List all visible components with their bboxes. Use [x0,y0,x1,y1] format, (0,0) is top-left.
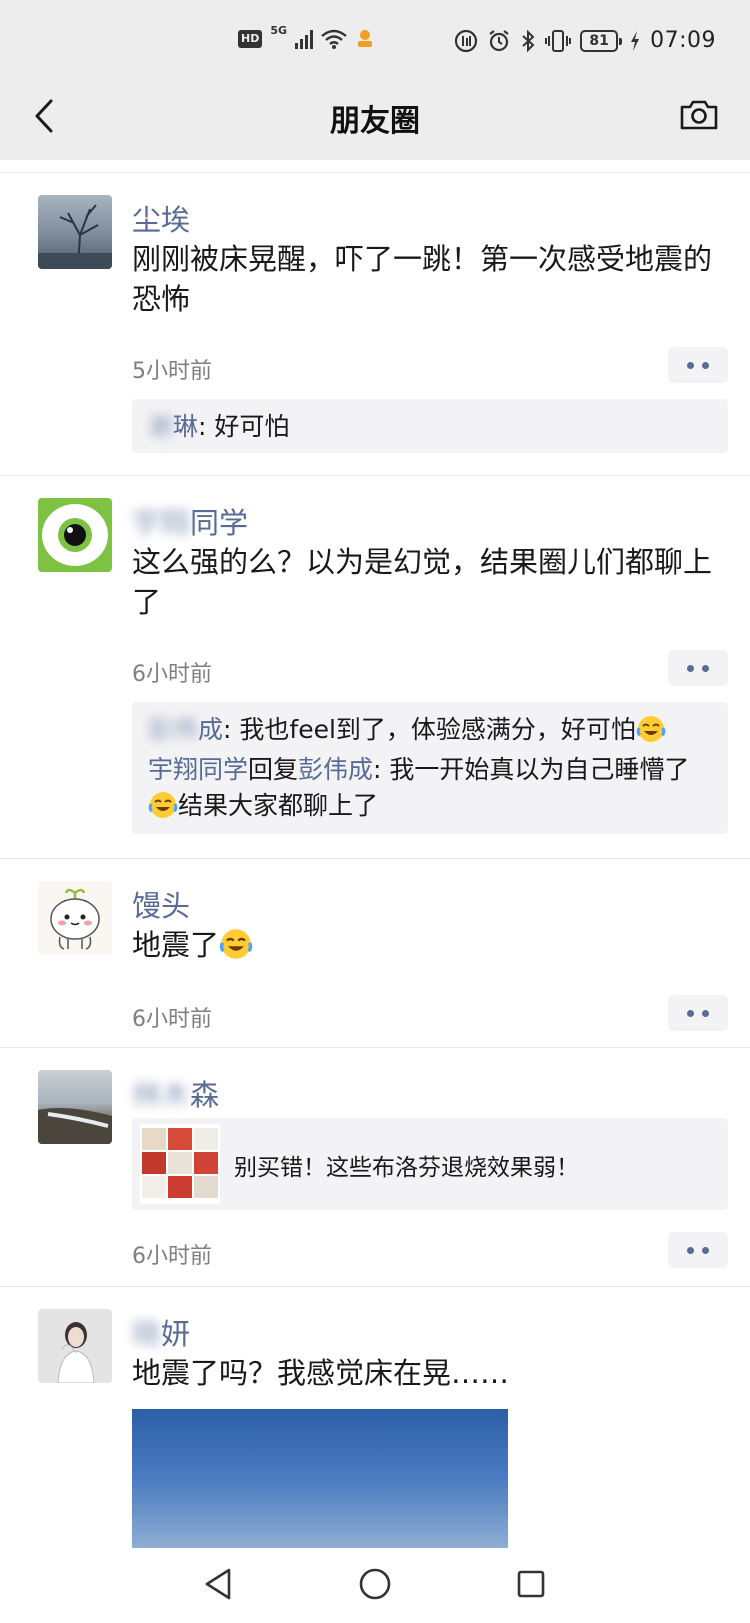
post-text: 地震了吗？我感觉床在晃…… [132,1356,510,1390]
camera-button[interactable] [674,92,724,138]
blurred-name: 宇翔 [132,506,191,540]
post-time: 5小时前 [132,359,212,384]
post-text: 这么强的么？以为是幻觉，结果圈儿们都聊上了 [132,545,713,619]
clock: 07:09 [650,28,716,53]
circle-home-icon [359,1568,391,1600]
post-item: 馒头 地震了 6小时前 [0,859,750,1047]
comment-text: 我一开始真以为自己睡懵了 [389,755,690,784]
blurred-name: 彭伟 [148,715,199,744]
post-item: 林木森 别买错！这些布洛芬退烧效果弱！ 6小时前 [0,1048,750,1286]
avatar[interactable] [38,881,112,955]
post-text: 地震了 [132,925,712,965]
status-bar: HD 5G 81 07:09 [0,0,750,84]
4g-hd-call-icon [454,29,478,52]
nav-recents-button[interactable] [509,1562,553,1606]
comments-box: 彭伟成: 我也feel到了，体验感满分，好可怕 宇翔同学回复彭伟成: 我一开始真… [132,702,728,834]
laugh-cry-emoji-icon [148,792,178,818]
system-navigation-bar [0,1548,750,1623]
nav-back-button[interactable] [196,1562,240,1606]
post-time: 6小时前 [132,1007,212,1032]
post-nickname[interactable]: 林木森 [132,1072,219,1114]
more-button[interactable] [668,1232,728,1268]
camera-icon [680,100,718,130]
comment-text: 结果大家都聊上了 [178,791,379,820]
alarm-icon [489,29,509,51]
landscape-avatar-image [38,1108,112,1144]
comment-author[interactable]: 宇翔同学 [148,755,248,784]
charging-icon [631,30,640,51]
post-item: 晓妍 地震了吗？我感觉床在晃…… [0,1287,750,1548]
comments-box: 谢琳: 好可怕 [132,399,728,453]
comment-author[interactable]: 彭伟成 [148,715,223,744]
link-title: 别买错！这些布洛芬退烧效果弱！ [234,1155,579,1181]
comment-text: 我也feel到了，体验感满分，好可怕 [239,715,636,744]
post-image[interactable] [132,1409,508,1548]
article-thumbnail-image [142,1128,218,1198]
more-button[interactable] [668,650,728,686]
nav-home-button[interactable] [353,1562,397,1606]
blurred-name: 晓 [132,1317,162,1351]
page-title: 朋友圈 [330,104,420,139]
title-bar: 朋友圈 [0,84,750,160]
network-type: 5G [270,24,288,37]
person-avatar-image [57,1322,95,1383]
eyeball-avatar-image [42,504,108,566]
comment-row: 彭伟成: 我也feel到了，体验感满分，好可怕 [148,712,712,748]
battery-icon: 81 [580,29,623,52]
reply-label: 回复 [248,755,299,784]
more-button[interactable] [668,347,728,383]
post-item: 尘埃 刚刚被床晃醒，吓了一跳！第一次感受地震的恐怖 5小时前 谢琳: 好可怕 [0,173,750,475]
post-time: 6小时前 [132,1244,212,1269]
comment-separator: : [198,412,215,441]
hd-badge: HD [238,30,263,48]
post-item: 宇翔同学 这么强的么？以为是幻觉，结果圈儿们都聊上了 6小时前 彭伟成: 我也f… [0,476,750,858]
top-bar: HD 5G 81 07:09 朋友圈 [0,0,750,160]
post-text: 刚刚被床晃醒，吓了一跳！第一次感受地震的恐怖 [132,242,713,316]
comment-row: 宇翔同学回复彭伟成: 我一开始真以为自己睡懵了结果大家都聊上了 [148,752,712,824]
blurred-name: 谢 [148,412,174,441]
status-right: 81 07:09 [454,28,716,53]
comment-author[interactable]: 谢琳 [148,412,198,441]
bluetooth-icon [522,29,535,52]
status-left: HD 5G [238,24,375,50]
post-nickname[interactable]: 宇翔同学 [132,500,248,542]
avatar[interactable] [38,1070,112,1144]
reply-target[interactable]: 彭伟成 [298,755,373,784]
feed-top-gap [0,160,750,172]
comment-separator: : [373,755,390,784]
avatar[interactable] [38,1309,112,1383]
signal-icon [295,29,314,49]
laugh-cry-emoji-icon [636,716,666,742]
shared-link-card[interactable]: 别买错！这些布洛芬退烧效果弱！ [132,1118,728,1210]
comment-text: 好可怕 [214,412,290,441]
triangle-back-icon [205,1568,231,1600]
laugh-cry-emoji-icon [219,929,253,959]
square-recents-icon [517,1570,545,1598]
tree-avatar-image [38,204,112,269]
comment-separator: : [223,715,240,744]
mantou-avatar-image [50,888,100,950]
vibrate-icon [545,29,572,52]
blurred-name: 林木 [132,1078,191,1112]
post-time: 6小时前 [132,662,212,687]
avatar[interactable] [38,498,112,572]
link-thumbnail [140,1124,220,1204]
post-nickname[interactable]: 尘埃 [132,197,190,239]
moments-feed[interactable]: 尘埃 刚刚被床晃醒，吓了一跳！第一次感受地震的恐怖 5小时前 谢琳: 好可怕 宇… [0,160,750,1548]
avatar[interactable] [38,195,112,269]
post-nickname[interactable]: 晓妍 [132,1311,190,1353]
more-button[interactable] [668,995,728,1031]
app-notification-icon [358,30,373,47]
wifi-icon [321,29,347,49]
post-nickname[interactable]: 馒头 [132,883,190,925]
